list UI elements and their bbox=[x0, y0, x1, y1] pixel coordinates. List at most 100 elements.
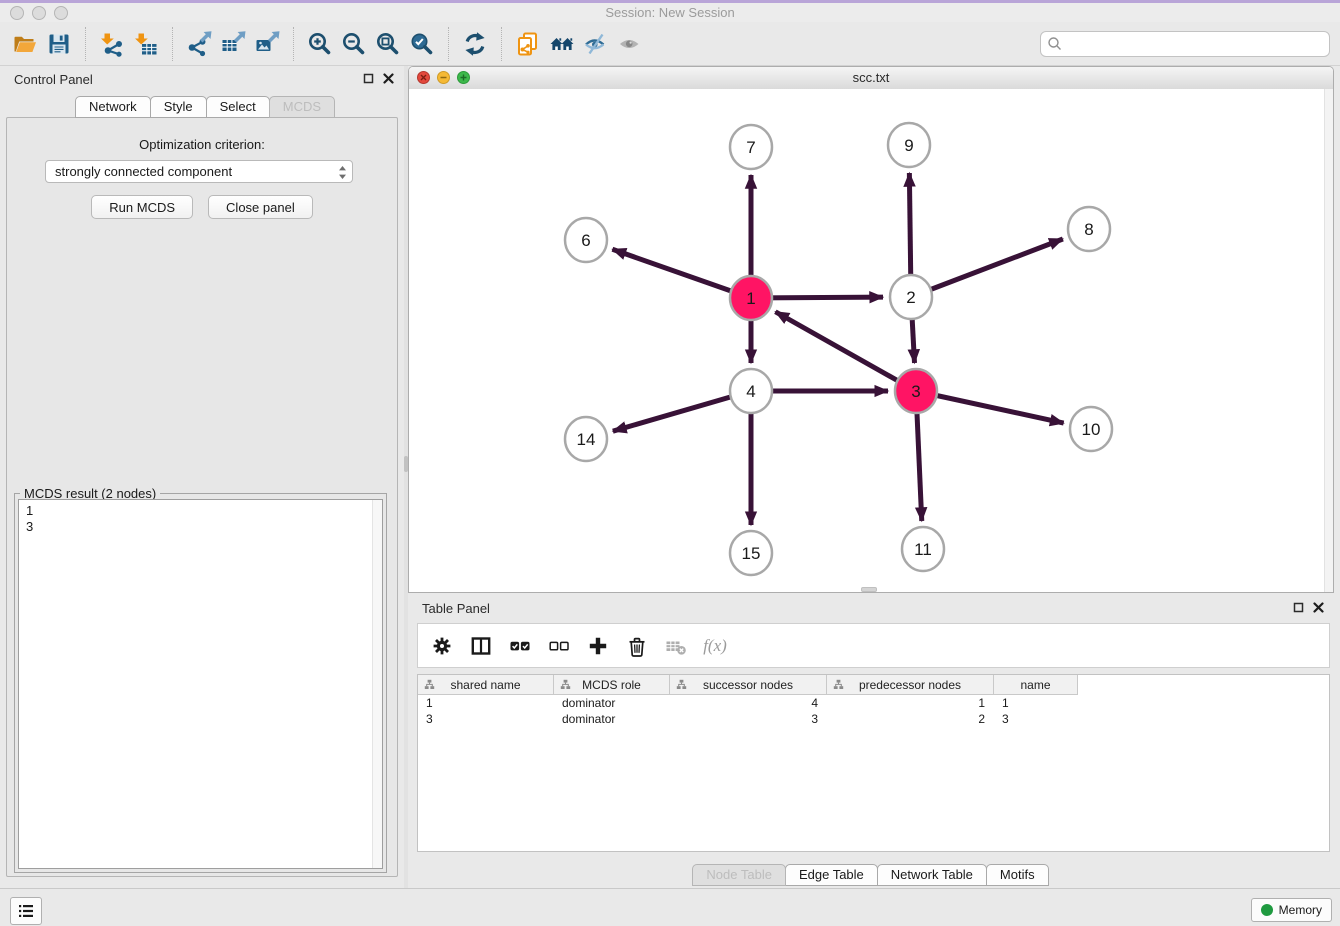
table-cell[interactable]: 3 bbox=[670, 711, 827, 727]
column-header-predecessor-nodes[interactable]: predecessor nodes bbox=[827, 675, 994, 695]
column-header-name[interactable]: name bbox=[994, 675, 1078, 695]
tab-select[interactable]: Select bbox=[206, 96, 270, 118]
close-panel-button[interactable]: Close panel bbox=[208, 195, 313, 219]
close-panel-icon[interactable] bbox=[383, 73, 394, 84]
table-cell[interactable]: 1 bbox=[994, 695, 1078, 711]
graph-node-14[interactable]: 14 bbox=[565, 417, 607, 461]
tab-motifs[interactable]: Motifs bbox=[986, 864, 1049, 886]
column-header-shared-name[interactable]: shared name bbox=[418, 675, 554, 695]
hide-selected-icon[interactable] bbox=[581, 29, 611, 59]
graph-edge-3-1[interactable] bbox=[775, 312, 916, 391]
toggle-column-panel-icon[interactable] bbox=[469, 635, 493, 657]
node-table: shared nameMCDS rolesuccessor nodesprede… bbox=[417, 674, 1330, 852]
new-network-from-selection-icon[interactable] bbox=[513, 29, 543, 59]
graph-node-9[interactable]: 9 bbox=[888, 123, 930, 167]
table-cell[interactable]: 3 bbox=[994, 711, 1078, 727]
zoom-fit-icon[interactable] bbox=[373, 29, 403, 59]
svg-text:15: 15 bbox=[742, 544, 761, 563]
tab-mcds[interactable]: MCDS bbox=[269, 96, 335, 118]
import-table-icon[interactable] bbox=[131, 29, 161, 59]
table-cell[interactable]: 1 bbox=[418, 695, 554, 711]
task-history-icon bbox=[17, 902, 35, 920]
task-history-button[interactable] bbox=[10, 897, 42, 925]
table-panel-title: Table Panel bbox=[422, 601, 490, 616]
search-input[interactable] bbox=[1063, 33, 1329, 55]
network-zoom-icon[interactable] bbox=[457, 71, 470, 84]
network-window-titlebar[interactable]: scc.txt bbox=[409, 67, 1333, 90]
graph-node-7[interactable]: 7 bbox=[730, 125, 772, 169]
graph-node-8[interactable]: 8 bbox=[1068, 207, 1110, 251]
tab-style[interactable]: Style bbox=[150, 96, 207, 118]
network-canvas[interactable]: 1 2 3 4 6 7 8 9 10 11 14 15 bbox=[409, 89, 1333, 592]
window-titlebar: Session: New Session bbox=[0, 3, 1340, 22]
open-file-icon[interactable] bbox=[10, 29, 40, 59]
table-cell[interactable]: 3 bbox=[418, 711, 554, 727]
table-cell[interactable]: 4 bbox=[670, 695, 827, 711]
close-table-panel-icon[interactable] bbox=[1313, 602, 1324, 613]
table-cell[interactable]: dominator bbox=[554, 711, 670, 727]
graph-node-11[interactable]: 11 bbox=[902, 527, 944, 571]
table-row[interactable]: 3dominator323 bbox=[418, 711, 1329, 727]
svg-text:1: 1 bbox=[746, 289, 755, 308]
tab-edge-table[interactable]: Edge Table bbox=[785, 864, 878, 886]
column-header-MCDS-role[interactable]: MCDS role bbox=[554, 675, 670, 695]
window-minimize-icon[interactable] bbox=[32, 6, 46, 20]
graph-node-6[interactable]: 6 bbox=[565, 218, 607, 262]
graph-node-10[interactable]: 10 bbox=[1070, 407, 1112, 451]
mcds-result-area[interactable]: 1 3 bbox=[18, 499, 383, 869]
run-mcds-button[interactable]: Run MCDS bbox=[91, 195, 193, 219]
graph-node-2[interactable]: 2 bbox=[890, 275, 932, 319]
add-column-icon[interactable] bbox=[586, 635, 610, 657]
search-box[interactable] bbox=[1040, 31, 1330, 57]
show-all-icon bbox=[615, 29, 645, 59]
table-cell[interactable]: 1 bbox=[827, 695, 994, 711]
control-panel-tabs: NetworkStyleSelectMCDS bbox=[76, 96, 335, 118]
delete-column-icon[interactable] bbox=[625, 635, 649, 657]
first-neighbors-icon[interactable] bbox=[547, 29, 577, 59]
svg-text:6: 6 bbox=[581, 231, 590, 250]
refresh-icon[interactable] bbox=[460, 29, 490, 59]
network-resize-grip[interactable] bbox=[861, 587, 877, 592]
float-panel-icon[interactable] bbox=[363, 73, 374, 84]
table-header-row: shared nameMCDS rolesuccessor nodesprede… bbox=[418, 675, 1329, 695]
export-network-icon[interactable] bbox=[184, 29, 214, 59]
network-scrollbar[interactable] bbox=[1324, 89, 1333, 592]
table-cell[interactable]: 2 bbox=[827, 711, 994, 727]
tab-network-table[interactable]: Network Table bbox=[877, 864, 987, 886]
select-all-columns-icon[interactable] bbox=[508, 635, 532, 657]
window-title: Session: New Session bbox=[0, 3, 1340, 22]
control-panel-title: Control Panel bbox=[14, 72, 93, 87]
graph-node-4[interactable]: 4 bbox=[730, 369, 772, 413]
import-network-icon[interactable] bbox=[97, 29, 127, 59]
graph-edge-3-10[interactable] bbox=[916, 391, 1064, 423]
network-close-icon[interactable] bbox=[417, 71, 430, 84]
toolbar-separator bbox=[293, 27, 294, 61]
graph-edge-2-8[interactable] bbox=[911, 239, 1063, 297]
export-image-icon[interactable] bbox=[252, 29, 282, 59]
deselect-all-columns-icon[interactable] bbox=[547, 635, 571, 657]
tab-node-table[interactable]: Node Table bbox=[692, 864, 786, 886]
graph-node-15[interactable]: 15 bbox=[730, 531, 772, 575]
zoom-out-icon[interactable] bbox=[339, 29, 369, 59]
optimization-criterion-label: Optimization criterion: bbox=[7, 137, 397, 152]
result-scrollbar[interactable] bbox=[372, 500, 382, 868]
window-zoom-icon[interactable] bbox=[54, 6, 68, 20]
toolbar-icon-groups bbox=[8, 27, 647, 61]
zoom-in-icon[interactable] bbox=[305, 29, 335, 59]
table-cell[interactable]: dominator bbox=[554, 695, 670, 711]
memory-button[interactable]: Memory bbox=[1251, 898, 1332, 922]
column-header-successor-nodes[interactable]: successor nodes bbox=[670, 675, 827, 695]
network-minimize-icon[interactable] bbox=[437, 71, 450, 84]
criterion-dropdown[interactable]: strongly connected component bbox=[45, 160, 353, 183]
table-row[interactable]: 1dominator411 bbox=[418, 695, 1329, 711]
memory-status-icon bbox=[1261, 904, 1273, 916]
graph-node-1[interactable]: 1 bbox=[730, 276, 772, 320]
graph-node-3[interactable]: 3 bbox=[895, 369, 937, 413]
tab-network[interactable]: Network bbox=[75, 96, 151, 118]
zoom-selected-icon[interactable] bbox=[407, 29, 437, 59]
export-table-icon[interactable] bbox=[218, 29, 248, 59]
float-table-panel-icon[interactable] bbox=[1293, 602, 1304, 613]
window-close-icon[interactable] bbox=[10, 6, 24, 20]
table-settings-icon[interactable] bbox=[430, 635, 454, 657]
save-session-icon[interactable] bbox=[44, 29, 74, 59]
